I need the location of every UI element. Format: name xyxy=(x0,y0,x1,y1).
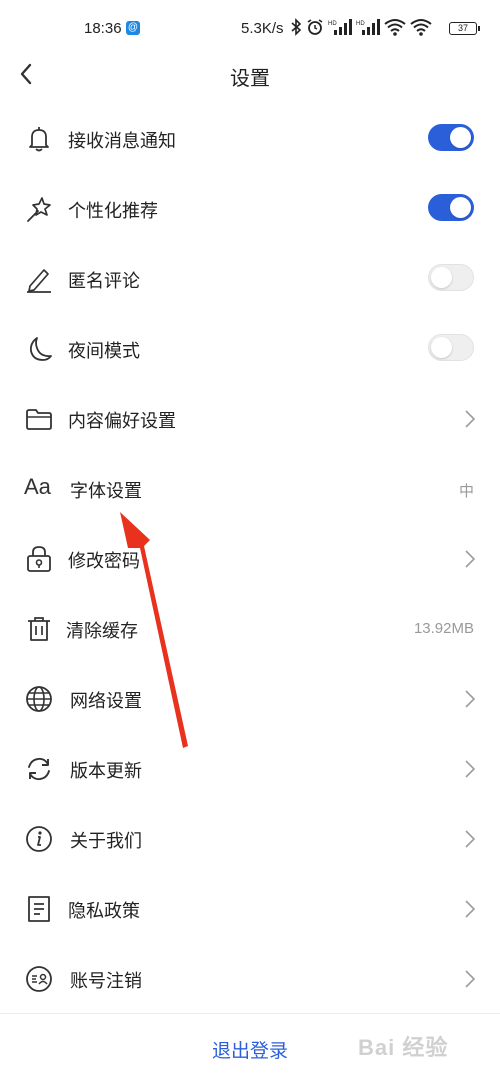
chevron-right-icon xyxy=(465,760,476,778)
magic-wand-icon xyxy=(27,197,51,222)
app-badge-icon: @ xyxy=(126,21,140,35)
watermark: Bai 经验 xyxy=(358,1035,449,1060)
font-icon: Aa xyxy=(24,474,51,499)
pencil-icon xyxy=(27,269,51,293)
setting-label: 内容偏好设置 xyxy=(68,411,176,431)
setting-label: 版本更新 xyxy=(70,761,142,781)
footer-divider xyxy=(0,1013,500,1014)
status-time: 18:36 xyxy=(84,20,122,37)
status-icons: HD HD xyxy=(290,18,432,36)
toggle-knob xyxy=(431,267,452,288)
settings-list: 接收消息通知 个性化推荐 匿名评论 夜间模式 内容偏好设置 Aa 字体设置 中 … xyxy=(0,103,500,1013)
setting-label: 修改密码 xyxy=(68,551,140,571)
personalized-toggle[interactable] xyxy=(428,194,474,221)
setting-row-version-update[interactable]: 版本更新 xyxy=(0,733,500,803)
globe-icon xyxy=(26,686,52,712)
page-title: 设置 xyxy=(230,68,270,90)
setting-row-night-mode[interactable]: 夜间模式 xyxy=(0,313,500,383)
refresh-icon xyxy=(28,757,50,781)
setting-row-personalized[interactable]: 个性化推荐 xyxy=(0,173,500,243)
setting-row-network[interactable]: 网络设置 xyxy=(0,663,500,733)
bluetooth-icon xyxy=(291,18,302,36)
svg-text:HD: HD xyxy=(356,21,365,27)
anonymous-comment-toggle[interactable] xyxy=(428,264,474,291)
setting-row-font[interactable]: Aa 字体设置 中 xyxy=(0,453,500,523)
setting-row-content-preferences[interactable]: 内容偏好设置 xyxy=(0,383,500,453)
info-icon xyxy=(26,826,52,852)
setting-label: 匿名评论 xyxy=(68,271,140,291)
setting-label: 夜间模式 xyxy=(68,341,140,361)
moon-icon xyxy=(29,337,52,361)
setting-row-anonymous-comment[interactable]: 匿名评论 xyxy=(0,243,500,313)
document-icon xyxy=(28,896,50,922)
toggle-knob xyxy=(450,197,471,218)
setting-row-privacy-policy[interactable]: 隐私政策 xyxy=(0,873,500,943)
setting-label: 个性化推荐 xyxy=(68,201,158,221)
toggle-knob xyxy=(450,127,471,148)
chevron-right-icon xyxy=(465,830,476,848)
wifi-icon xyxy=(410,19,432,36)
signal-hd-icon: HD xyxy=(328,19,352,35)
chevron-right-icon xyxy=(465,550,476,568)
battery-icon: 37 xyxy=(449,22,480,35)
lock-icon xyxy=(27,546,51,572)
chevron-right-icon xyxy=(465,410,476,428)
setting-row-clear-cache[interactable]: 清除缓存 13.92MB xyxy=(0,593,500,663)
wifi-icon xyxy=(384,19,406,36)
signal-hd-icon: HD xyxy=(356,19,380,35)
setting-label: 账号注销 xyxy=(70,971,142,991)
folder-icon xyxy=(26,409,52,430)
notifications-toggle[interactable] xyxy=(428,124,474,151)
setting-row-change-password[interactable]: 修改密码 xyxy=(0,523,500,593)
setting-row-account-cancel[interactable]: 账号注销 xyxy=(0,943,500,1013)
cache-size-value: 13.92MB xyxy=(413,620,474,637)
nav-bar: 设置 xyxy=(0,56,500,92)
setting-label: 接收消息通知 xyxy=(68,131,176,151)
setting-label: 隐私政策 xyxy=(68,901,140,921)
setting-label: 清除缓存 xyxy=(66,621,138,641)
chevron-right-icon xyxy=(465,970,476,988)
account-cancel-icon xyxy=(26,966,52,992)
setting-label: 网络设置 xyxy=(70,691,142,711)
toggle-knob xyxy=(431,337,452,358)
setting-row-about-us[interactable]: 关于我们 xyxy=(0,803,500,873)
setting-row-notifications[interactable]: 接收消息通知 xyxy=(0,103,500,173)
svg-text:HD: HD xyxy=(328,21,337,27)
chevron-right-icon xyxy=(465,690,476,708)
alarm-icon xyxy=(307,19,323,35)
font-size-value: 中 xyxy=(458,483,474,500)
network-speed: 5.3K/s xyxy=(241,20,284,37)
chevron-right-icon xyxy=(465,900,476,918)
setting-label: 字体设置 xyxy=(70,481,142,501)
trash-icon xyxy=(28,617,50,641)
bell-icon xyxy=(29,127,49,152)
setting-label: 关于我们 xyxy=(70,831,142,851)
night-mode-toggle[interactable] xyxy=(428,334,474,361)
status-bar: 18:36 @ 5.3K/s HD HD 37 xyxy=(0,0,500,56)
